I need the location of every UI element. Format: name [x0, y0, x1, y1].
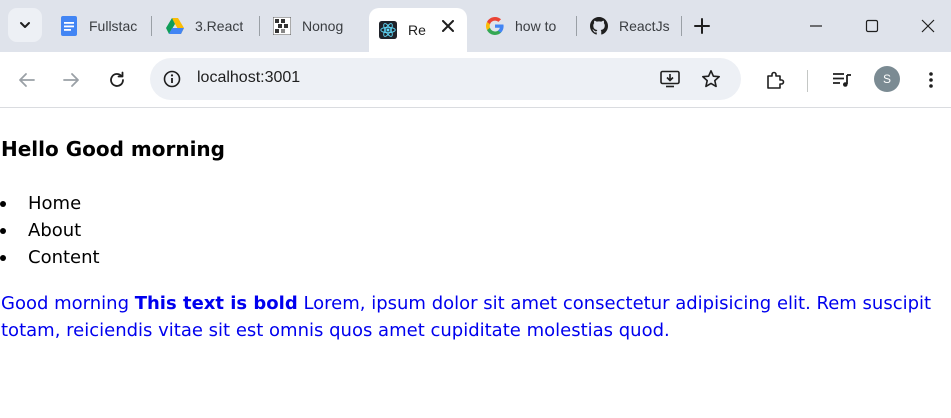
close-window-button[interactable]: [900, 0, 951, 52]
github-icon: [590, 17, 608, 35]
body-paragraph: Good morning This text is bold Lorem, ip…: [1, 290, 941, 344]
paragraph-lead: Good morning: [1, 293, 135, 314]
forward-button[interactable]: [55, 64, 87, 96]
list-item-label: Content: [28, 247, 100, 268]
list-item-home: Home: [0, 190, 100, 217]
reload-button[interactable]: [101, 64, 133, 96]
bookmark-button[interactable]: [696, 64, 726, 94]
tab-react-drive[interactable]: 3.React: [156, 8, 256, 44]
site-info-icon[interactable]: [162, 69, 182, 89]
bullet-icon: [0, 255, 6, 261]
menu-button[interactable]: [915, 64, 947, 96]
install-app-button[interactable]: [655, 64, 685, 94]
tab-nonogram[interactable]: Nonog: [263, 8, 365, 44]
tab-title: ReactJs: [619, 18, 670, 34]
close-icon: [442, 20, 454, 32]
page-heading: Hello Good morning: [1, 137, 225, 161]
toolbar-divider: [807, 70, 808, 92]
minimize-button[interactable]: [788, 0, 844, 52]
maximize-icon: [865, 19, 879, 33]
playlist-icon: [833, 73, 851, 87]
chevron-down-icon: [20, 22, 30, 28]
media-controls-button[interactable]: [826, 64, 858, 96]
maximize-button[interactable]: [844, 0, 900, 52]
tab-fullstack[interactable]: Fullstac: [50, 8, 150, 44]
new-tab-button[interactable]: [688, 12, 716, 40]
react-icon: [379, 21, 397, 39]
list-item-label: About: [28, 220, 82, 241]
tab-title: Re: [408, 22, 426, 38]
install-icon: [660, 70, 680, 88]
puzzle-icon: [767, 71, 785, 89]
tab-title: Nonog: [302, 18, 344, 34]
tab-reactjs-github[interactable]: ReactJs: [580, 8, 680, 44]
tab-title: how to: [515, 18, 557, 34]
nonogram-icon: [273, 17, 291, 35]
google-docs-icon: [60, 16, 78, 36]
list-item-content: Content: [0, 244, 100, 271]
page-content: Hello Good morning Home About Content Go…: [0, 109, 951, 418]
google-icon: [486, 17, 504, 35]
minimize-icon: [810, 25, 822, 27]
paragraph-bold: This text is bold: [134, 293, 298, 314]
list-item-about: About: [0, 217, 100, 244]
url-text[interactable]: localhost:3001: [197, 69, 300, 87]
kebab-menu-icon: [929, 72, 933, 88]
google-drive-icon: [166, 17, 184, 35]
plus-icon: [694, 18, 710, 34]
tab-title: 3.React: [195, 18, 244, 34]
tab-title: Fullstac: [89, 18, 138, 34]
tab-how-to[interactable]: how to: [476, 8, 576, 44]
bullet-icon: [0, 201, 6, 207]
tab-separator: [681, 16, 682, 36]
tab-strip: Fullstac 3.React Nonog Re how to ReactJs: [0, 0, 951, 52]
arrow-left-icon: [19, 73, 35, 87]
arrow-right-icon: [63, 73, 79, 87]
tab-search-button[interactable]: [8, 8, 42, 42]
tab-separator: [151, 16, 152, 36]
tab-close-button[interactable]: [439, 17, 457, 35]
tab-react-app[interactable]: Re: [369, 8, 467, 52]
reload-icon: [110, 71, 124, 87]
tab-separator: [576, 16, 577, 36]
nav-list: Home About Content: [0, 190, 100, 271]
extensions-button[interactable]: [759, 64, 791, 96]
list-item-label: Home: [28, 193, 82, 214]
profile-avatar[interactable]: S: [874, 66, 900, 92]
browser-toolbar: localhost:3001: [0, 52, 951, 108]
back-button[interactable]: [11, 64, 43, 96]
bullet-icon: [0, 228, 6, 234]
address-bar[interactable]: localhost:3001: [150, 58, 741, 100]
close-icon: [921, 19, 935, 33]
star-icon: [702, 70, 720, 88]
tab-separator: [259, 16, 260, 36]
